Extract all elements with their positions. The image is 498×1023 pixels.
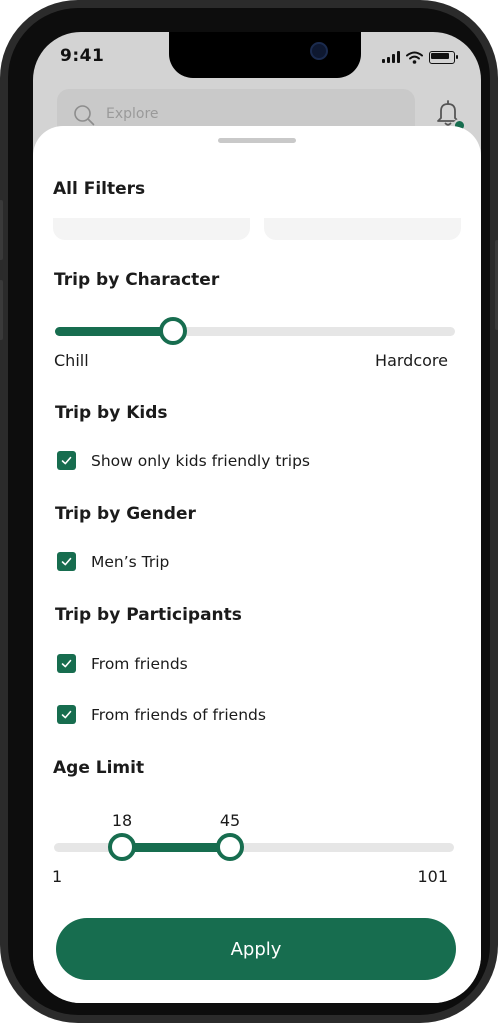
age-high-value: 45 xyxy=(219,811,241,830)
search-input[interactable]: Explore xyxy=(106,106,159,122)
kids-friendly-label: Show only kids friendly trips xyxy=(91,452,310,470)
phone-side-button xyxy=(0,200,3,260)
sheet-title: All Filters xyxy=(53,179,146,199)
kids-friendly-checkbox[interactable] xyxy=(57,451,76,470)
checkmark-icon xyxy=(61,659,72,668)
filters-sheet: All Filters Trip by Character Chill Hard… xyxy=(33,126,481,1003)
checkmark-icon xyxy=(61,557,72,566)
apply-button[interactable]: Apply xyxy=(56,918,456,980)
mens-trip-label: Men’s Trip xyxy=(91,553,170,571)
age-slider-high-thumb[interactable] xyxy=(216,833,244,861)
character-max-label: Hardcore xyxy=(375,351,448,370)
filter-chip[interactable] xyxy=(264,218,461,240)
age-slider-low-thumb[interactable] xyxy=(108,833,136,861)
age-low-value: 18 xyxy=(111,811,133,830)
checkmark-icon xyxy=(61,710,72,719)
age-min-label: 1 xyxy=(52,867,63,886)
mens-trip-checkbox[interactable] xyxy=(57,552,76,571)
friends-of-friends-checkbox[interactable] xyxy=(57,705,76,724)
checkmark-icon xyxy=(61,456,72,465)
character-title: Trip by Character xyxy=(54,270,220,290)
phone-bezel: 9:41 Explore All Filters Trip by Charact… xyxy=(8,8,490,1015)
battery-icon xyxy=(429,50,458,64)
gender-title: Trip by Gender xyxy=(55,504,196,524)
age-slider-fill xyxy=(122,843,230,852)
search-icon xyxy=(74,105,95,126)
age-title: Age Limit xyxy=(53,758,145,778)
from-friends-label: From friends xyxy=(91,655,188,673)
friends-of-friends-label: From friends of friends xyxy=(91,706,266,724)
character-slider-thumb[interactable] xyxy=(159,317,187,345)
status-icons xyxy=(382,50,458,64)
wifi-icon xyxy=(406,51,423,64)
status-time: 9:41 xyxy=(60,46,105,66)
screen: 9:41 Explore All Filters Trip by Charact… xyxy=(33,32,481,1003)
filter-chip[interactable] xyxy=(53,218,250,240)
signal-icon xyxy=(382,51,400,63)
character-min-label: Chill xyxy=(54,351,89,370)
kids-title: Trip by Kids xyxy=(55,403,168,423)
phone-side-button xyxy=(0,280,3,340)
camera-icon xyxy=(310,42,328,60)
from-friends-checkbox[interactable] xyxy=(57,654,76,673)
notch xyxy=(169,32,361,78)
character-slider-fill xyxy=(55,327,173,336)
phone-frame: 9:41 Explore All Filters Trip by Charact… xyxy=(0,0,498,1023)
participants-title: Trip by Participants xyxy=(55,605,242,625)
sheet-handle[interactable] xyxy=(218,138,296,143)
age-max-label: 101 xyxy=(417,867,448,886)
